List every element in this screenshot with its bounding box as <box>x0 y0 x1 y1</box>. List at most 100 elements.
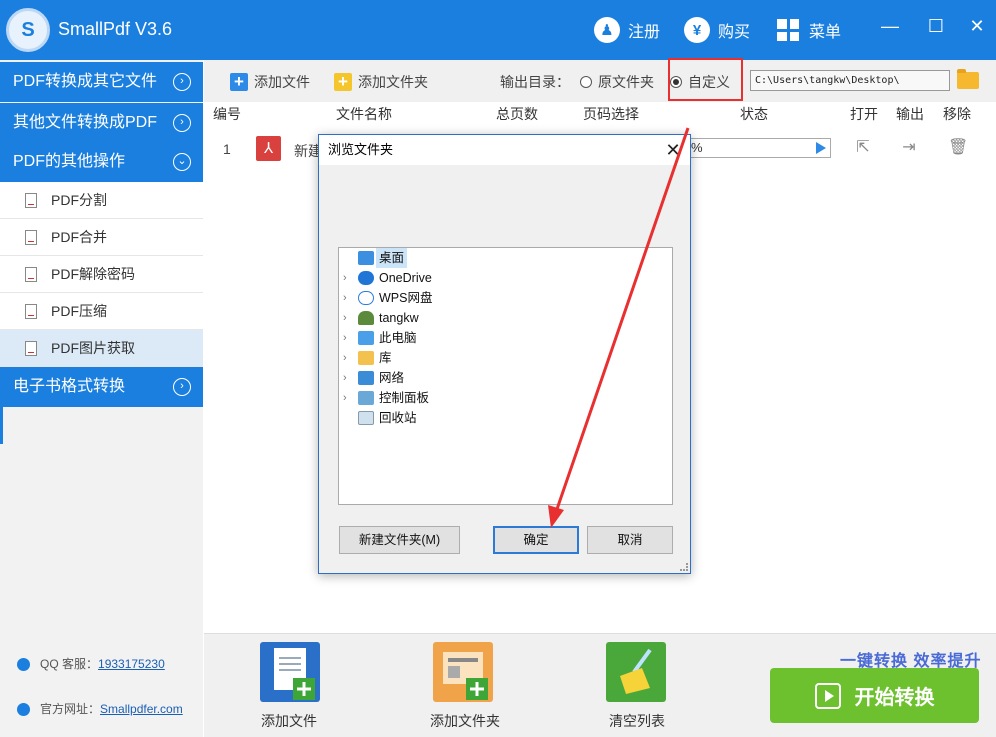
column-header-output: 输出 <box>896 106 924 122</box>
pdf-file-icon <box>25 193 37 208</box>
tree-item-label: 回收站 <box>379 411 417 425</box>
menu-button[interactable]: 菜单 <box>777 16 841 44</box>
expand-arrow-icon[interactable]: › <box>343 388 353 408</box>
sidebar-section-pdf-other-ops[interactable]: PDF的其他操作 ⌄ <box>0 142 203 182</box>
pdf-file-icon <box>25 341 37 356</box>
website-info: 官方网址：Smallpdfer.com <box>17 700 183 717</box>
website-label: 官方网址： <box>40 702 101 716</box>
qq-link[interactable]: 1933175230 <box>98 657 165 671</box>
browse-folder-dialog: 浏览文件夹 ✕ 桌面 › OneDrive › WPS网盘 › tangkw ›… <box>318 134 691 574</box>
menu-label: 菜单 <box>809 24 842 41</box>
user-icon: ♟ <box>594 17 620 43</box>
minimize-button[interactable]: — <box>879 15 901 37</box>
column-header-filename: 文件名称 <box>336 106 392 122</box>
column-header-status: 状态 <box>740 106 768 122</box>
sidebar-section-ebook[interactable]: 电子书格式转换 › <box>0 367 203 407</box>
expand-arrow-icon[interactable]: › <box>343 308 353 328</box>
sidebar-item-pdf-unlock[interactable]: PDF解除密码 <box>0 256 203 293</box>
add-folder-label: 添加文件夹 <box>358 74 428 90</box>
tree-item-label: WPS网盘 <box>379 291 433 305</box>
chevron-down-icon: ⌄ <box>173 153 191 171</box>
register-label: 注册 <box>628 24 661 41</box>
status-progress: % <box>688 138 831 158</box>
radio-original-folder[interactable]: 原文件夹 <box>580 70 654 94</box>
chevron-right-icon: › <box>173 378 191 396</box>
sidebar-item-label: PDF解除密码 <box>51 266 135 282</box>
broom-icon[interactable] <box>606 642 666 702</box>
sidebar: PDF转换成其它文件 › 其他文件转换成PDF › PDF的其他操作 ⌄ PDF… <box>0 60 203 737</box>
column-header-remove: 移除 <box>943 106 971 122</box>
add-file-button[interactable]: 添加文件 <box>230 70 310 94</box>
highlight-box <box>668 58 743 101</box>
qq-icon <box>17 658 30 672</box>
control-panel-icon <box>358 391 374 405</box>
sidebar-item-label: PDF压缩 <box>51 303 107 319</box>
sidebar-item-pdf-image-extract[interactable]: PDF图片获取 <box>0 330 203 367</box>
clear-list-label[interactable]: 清空列表 <box>587 711 687 731</box>
new-folder-button[interactable]: 新建文件夹(M) <box>339 526 460 554</box>
tree-item-label: 此电脑 <box>379 331 417 345</box>
sidebar-item-pdf-compress[interactable]: PDF压缩 <box>0 293 203 330</box>
folder-tree[interactable]: 桌面 › OneDrive › WPS网盘 › tangkw › 此电脑 › 库 <box>338 247 673 505</box>
buy-button[interactable]: ¥ 购买 <box>684 16 750 44</box>
start-convert-button[interactable]: 开始转换 <box>770 668 979 723</box>
radio-original-label: 原文件夹 <box>598 74 654 90</box>
sidebar-section-pdf-to-other[interactable]: PDF转换成其它文件 › <box>0 62 203 102</box>
add-folder-button[interactable]: 添加文件夹 <box>334 70 428 94</box>
tree-item-label: tangkw <box>379 311 419 325</box>
browse-folder-icon[interactable] <box>957 69 979 89</box>
sidebar-section-label: 电子书格式转换 <box>13 378 126 395</box>
trash-icon[interactable]: 🗑 <box>948 139 968 157</box>
column-header-pages: 总页数 <box>496 106 538 122</box>
expand-arrow-icon[interactable]: › <box>343 348 353 368</box>
start-convert-label: 开始转换 <box>854 687 935 709</box>
row-number: 1 <box>223 141 231 157</box>
sidebar-item-pdf-split[interactable]: PDF分割 <box>0 182 203 219</box>
expand-arrow-icon[interactable]: › <box>343 368 353 388</box>
sidebar-item-label: PDF图片获取 <box>51 340 135 356</box>
expand-arrow-icon[interactable]: › <box>343 288 353 308</box>
expand-arrow-icon[interactable]: › <box>343 328 353 348</box>
status-text: % <box>691 140 703 155</box>
pdf-file-icon <box>256 136 281 161</box>
resize-grip-icon[interactable] <box>680 563 688 571</box>
add-file-large-label[interactable]: 添加文件 <box>239 711 339 731</box>
play-icon[interactable] <box>816 142 826 154</box>
title-bar: SmallPdf V3.6 ♟ 注册 ¥ 购买 菜单 — ☐ ✕ <box>0 0 996 60</box>
dialog-close-icon[interactable]: ✕ <box>662 139 684 161</box>
register-button[interactable]: ♟ 注册 <box>594 16 660 44</box>
website-link[interactable]: Smallpdfer.com <box>100 702 183 716</box>
add-folder-large-icon[interactable] <box>433 642 493 702</box>
cloud-outline-icon <box>358 291 374 305</box>
sidebar-accent <box>0 406 3 444</box>
computer-icon <box>358 331 374 345</box>
expand-arrow-icon[interactable]: › <box>343 268 353 288</box>
cancel-button[interactable]: 取消 <box>587 526 673 554</box>
sidebar-item-label: PDF分割 <box>51 192 107 208</box>
sidebar-section-other-to-pdf[interactable]: 其他文件转换成PDF › <box>0 103 203 143</box>
yen-icon: ¥ <box>684 17 710 43</box>
open-external-icon[interactable]: ⇱ <box>854 139 872 157</box>
close-button[interactable]: ✕ <box>966 15 988 37</box>
output-path-field[interactable]: C:\Users\tangkw\Desktop\ <box>750 70 950 91</box>
ok-button[interactable]: 确定 <box>493 526 579 554</box>
chevron-right-icon: › <box>173 114 191 132</box>
recycle-bin-icon <box>358 411 374 425</box>
play-icon <box>814 682 841 709</box>
tree-item-label: OneDrive <box>379 271 432 285</box>
output-icon[interactable]: ⇥ <box>900 139 918 157</box>
radio-icon <box>580 76 592 88</box>
pdf-file-icon <box>25 230 37 245</box>
cloud-icon <box>358 271 374 285</box>
maximize-button[interactable]: ☐ <box>925 15 947 37</box>
desktop-icon <box>358 251 374 265</box>
network-icon <box>358 371 374 385</box>
add-folder-large-label[interactable]: 添加文件夹 <box>415 711 515 731</box>
buy-label: 购买 <box>718 24 751 41</box>
sidebar-section-label: PDF的其他操作 <box>13 153 126 170</box>
sidebar-item-pdf-merge[interactable]: PDF合并 <box>0 219 203 256</box>
add-folder-icon <box>334 73 352 91</box>
app-title: SmallPdf V3.6 <box>58 19 173 39</box>
library-folder-icon <box>358 351 374 365</box>
add-file-large-icon[interactable] <box>260 642 320 702</box>
